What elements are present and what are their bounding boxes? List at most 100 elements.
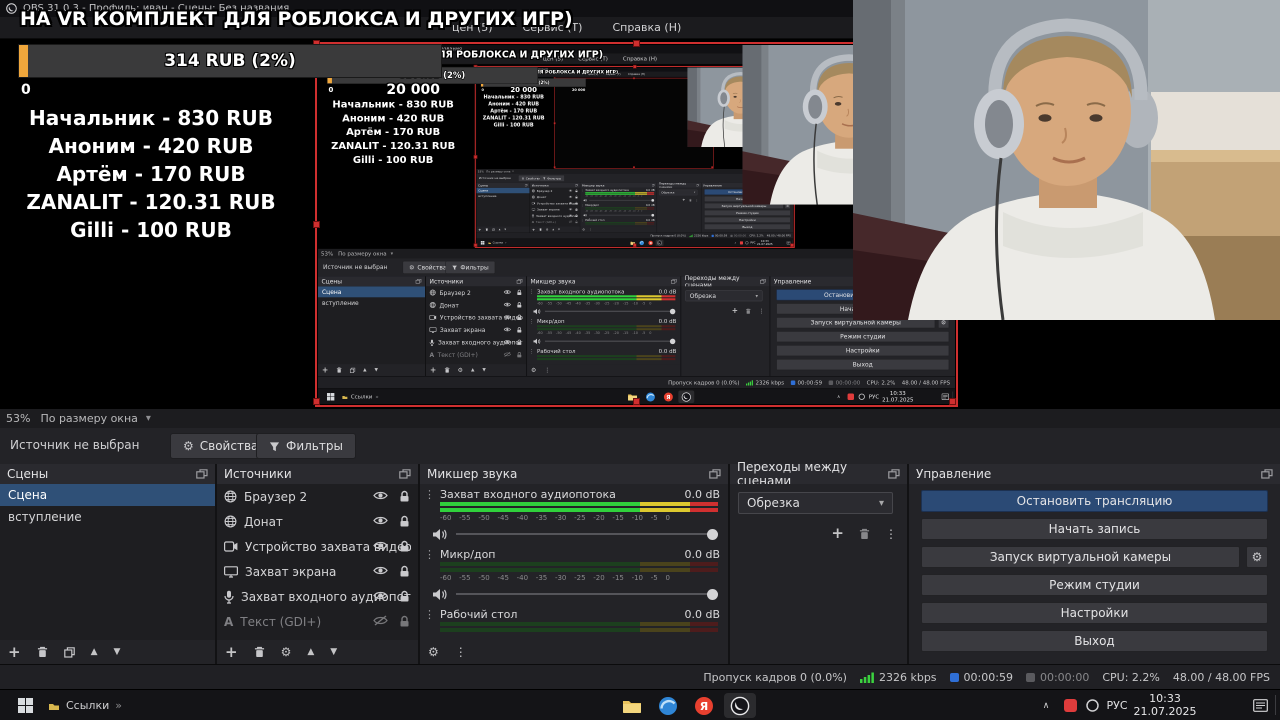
gear-icon: ⚙ xyxy=(1251,550,1263,564)
channel-menu-icon[interactable]: ⋮ xyxy=(424,548,435,561)
chevron-down-icon: ▾ xyxy=(145,413,151,424)
remove-transition-icon[interactable] xyxy=(859,528,870,540)
volume-meter xyxy=(440,568,718,572)
add-scene-icon[interactable]: + xyxy=(8,644,21,660)
screenshot-root: OBS 31.0.3 - Профиль: иван - Сцены: Без … xyxy=(0,0,1280,720)
selection-handle[interactable] xyxy=(633,398,640,405)
volume-slider[interactable] xyxy=(456,587,718,601)
start-recording-button[interactable]: Начать запись xyxy=(921,518,1268,540)
channel-label: Захват входного аудиопотока xyxy=(536,288,625,295)
zoom-fit-select: По размеру окна ▾ xyxy=(486,170,513,173)
tray-yandex-icon[interactable] xyxy=(1060,690,1080,720)
source-item[interactable]: Браузер 2 xyxy=(217,484,418,509)
channel-menu-icon[interactable]: ⋮ xyxy=(424,488,435,501)
eye-icon[interactable] xyxy=(373,540,388,554)
selection-handle[interactable] xyxy=(949,398,956,405)
scene-item-selected[interactable]: Сцена xyxy=(0,484,215,506)
lock-icon[interactable] xyxy=(399,515,410,531)
notification-center-icon[interactable] xyxy=(1248,690,1272,720)
popout-icon xyxy=(575,184,578,187)
taskbar-yandex-icon[interactable]: Я xyxy=(688,693,720,718)
taskbar-clock[interactable]: 10:33 21.07.2025 xyxy=(1132,692,1198,718)
transition-select: Обрезка ▾ xyxy=(685,290,763,302)
selection-handle[interactable] xyxy=(313,398,320,405)
stop-streaming-button[interactable]: Остановить трансляцию xyxy=(921,490,1268,512)
popout-icon[interactable] xyxy=(1261,469,1273,479)
mixer-settings-icon: ⚙ xyxy=(531,366,537,374)
popout-icon[interactable] xyxy=(399,469,411,479)
dock-transitions: Переходы между сценами Обрезка ▾ + ⋮ xyxy=(730,460,907,664)
tray-expand-icon[interactable]: ∧ xyxy=(1036,690,1056,720)
lock-icon[interactable] xyxy=(399,490,410,506)
tray-expand-icon: ∧ xyxy=(733,239,738,246)
mixer-menu-icon[interactable]: ⋮ xyxy=(455,646,467,658)
popout-icon[interactable] xyxy=(709,469,721,479)
move-source-down-icon[interactable]: ▼ xyxy=(330,647,337,657)
language-indicator[interactable]: РУС xyxy=(1102,690,1132,720)
move-scene-up-icon[interactable]: ▲ xyxy=(91,647,98,657)
volume-slider[interactable] xyxy=(456,527,718,541)
virtual-camera-button[interactable]: Запуск виртуальной камеры xyxy=(921,546,1240,568)
source-item[interactable]: Донат xyxy=(217,509,418,534)
gear-icon: ⚙ xyxy=(940,319,947,327)
speaker-icon[interactable] xyxy=(432,588,448,601)
start-button[interactable] xyxy=(8,690,42,720)
move-scene-down-icon[interactable]: ▼ xyxy=(114,647,121,657)
mixer-channel: ⋮ Захват входного аудиопотока 0.0 dB -60… xyxy=(529,288,676,317)
eye-off-icon[interactable] xyxy=(373,615,388,629)
add-source-icon[interactable]: + xyxy=(225,644,238,660)
taskbar-browser-icon[interactable] xyxy=(652,693,684,718)
settings-button[interactable]: Настройки xyxy=(921,602,1268,624)
chevron-down-icon: ▾ xyxy=(693,191,696,194)
donation-range-min: 0 xyxy=(21,82,31,98)
taskbar-obs-icon[interactable] xyxy=(724,693,756,718)
remove-scene-icon[interactable] xyxy=(37,646,48,658)
eye-icon[interactable] xyxy=(373,590,388,604)
exit-button[interactable]: Выход xyxy=(921,630,1268,652)
tray-app-icon[interactable] xyxy=(1082,690,1102,720)
lock-icon[interactable] xyxy=(399,615,410,631)
eye-icon[interactable] xyxy=(373,565,388,579)
selection-handle[interactable] xyxy=(633,40,640,47)
popout-icon[interactable] xyxy=(888,469,900,479)
transition-select[interactable]: Обрезка ▾ xyxy=(738,492,893,514)
filters-button[interactable]: Фильтры xyxy=(256,433,356,459)
source-item[interactable]: Захват экрана xyxy=(217,559,418,584)
source-item[interactable]: Захват входного аудиопот xyxy=(217,584,418,609)
source-item[interactable]: Устройство захвата видео xyxy=(217,534,418,559)
move-source-up-icon[interactable]: ▲ xyxy=(307,647,314,657)
selection-handle xyxy=(633,77,635,80)
popout-icon[interactable] xyxy=(196,469,208,479)
taskbar-explorer-icon[interactable] xyxy=(616,693,648,718)
links-toolbar[interactable]: Ссылки » xyxy=(48,690,122,720)
lock-icon[interactable] xyxy=(399,540,410,556)
bitrate-status: 2326 kbps xyxy=(859,671,937,684)
add-transition-icon[interactable]: + xyxy=(831,526,844,541)
scene-label: Сцена xyxy=(8,488,48,502)
eye-icon[interactable] xyxy=(373,515,388,529)
studio-mode-button[interactable]: Режим студии xyxy=(921,574,1268,596)
selection-handle[interactable] xyxy=(313,221,320,228)
virtual-camera-settings-button[interactable]: ⚙ xyxy=(1246,546,1268,568)
remove-source-icon[interactable] xyxy=(254,646,265,658)
source-item-hidden[interactable]: A Текст (GDI+) xyxy=(217,609,418,634)
show-desktop-divider[interactable] xyxy=(1275,695,1276,715)
channel-menu-icon[interactable]: ⋮ xyxy=(424,608,435,621)
lock-icon[interactable] xyxy=(399,590,410,606)
scene-item[interactable]: вступление xyxy=(0,506,215,528)
channel-label: Микр/доп xyxy=(440,548,496,561)
signal-bars-icon xyxy=(746,380,753,386)
webcam-scene xyxy=(853,0,1280,320)
duplicate-scene-icon[interactable] xyxy=(63,646,75,658)
zoom-fit-select[interactable]: По размеру окна ▾ xyxy=(40,412,150,425)
channel-db: 0.0 dB xyxy=(684,608,720,621)
mixer-settings-icon[interactable]: ⚙ xyxy=(428,646,439,658)
transition-props-icon[interactable]: ⋮ xyxy=(885,528,897,540)
speaker-icon[interactable] xyxy=(432,528,448,541)
eye-icon[interactable] xyxy=(373,490,388,504)
source-properties-icon[interactable]: ⚙ xyxy=(281,646,292,658)
menu-item-help[interactable]: Справка (Н) xyxy=(612,21,681,34)
filter-icon xyxy=(452,265,457,270)
donation-range-max: 20 000 xyxy=(510,85,537,94)
lock-icon[interactable] xyxy=(399,565,410,581)
